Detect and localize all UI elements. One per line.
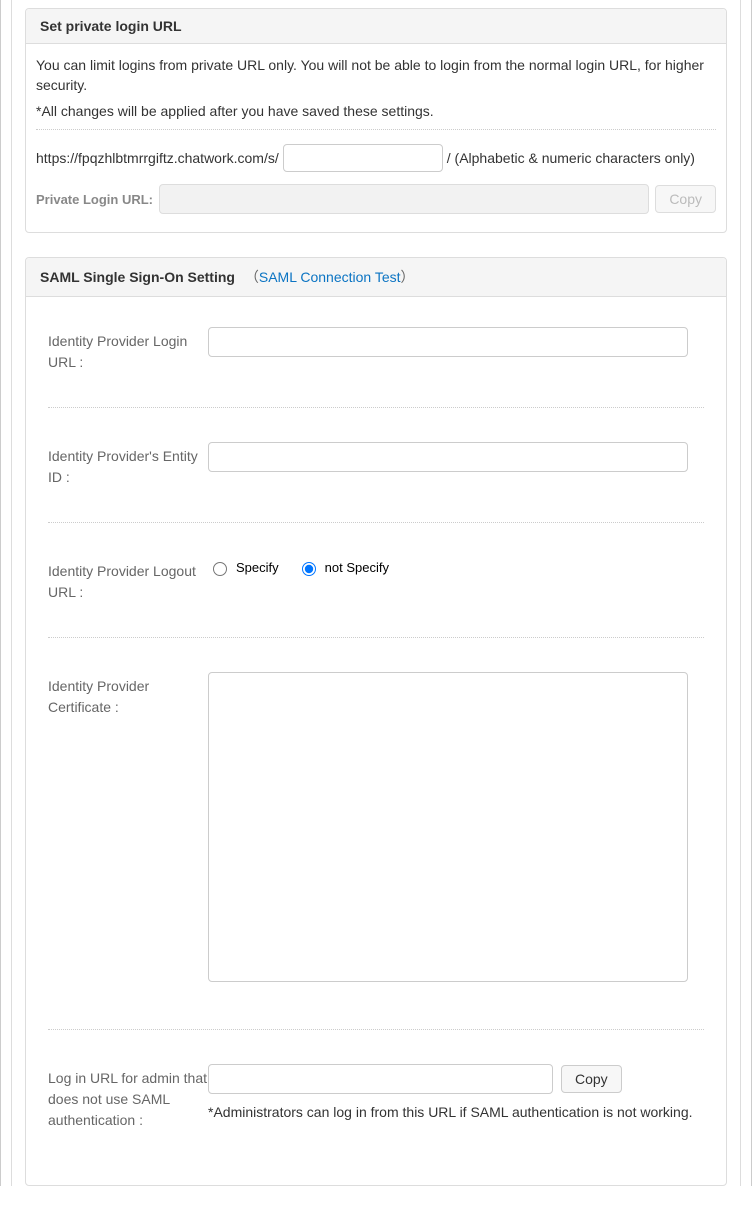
logout-specify-option[interactable]: Specify <box>208 559 279 576</box>
admin-login-url-input[interactable] <box>208 1064 553 1094</box>
logout-specify-label: Specify <box>236 560 279 575</box>
copy-private-url-button[interactable]: Copy <box>655 185 716 213</box>
idp-certificate-label: Identity Provider Certificate : <box>48 672 208 718</box>
admin-login-url-label: Log in URL for admin that does not use S… <box>48 1064 208 1131</box>
idp-entity-id-input[interactable] <box>208 442 688 472</box>
idp-logout-url-label: Identity Provider Logout URL : <box>48 557 208 603</box>
private-login-description: You can limit logins from private URL on… <box>36 56 716 95</box>
idp-entity-id-label: Identity Provider's Entity ID : <box>48 442 208 488</box>
private-url-slug-input[interactable] <box>283 144 443 172</box>
private-login-note: *All changes will be applied after you h… <box>36 103 716 119</box>
divider <box>36 129 716 130</box>
saml-settings-panel: SAML Single Sign-On Setting （SAML Connec… <box>25 257 727 1186</box>
private-login-panel: Set private login URL You can limit logi… <box>25 8 727 233</box>
logout-not-specify-radio[interactable] <box>302 562 316 576</box>
copy-admin-url-button[interactable]: Copy <box>561 1065 622 1093</box>
idp-certificate-textarea[interactable] <box>208 672 688 982</box>
logout-specify-radio[interactable] <box>213 562 227 576</box>
idp-login-url-input[interactable] <box>208 327 688 357</box>
idp-login-url-label: Identity Provider Login URL : <box>48 327 208 373</box>
base-url-text: https://fpqzhlbtmrrgiftz.chatwork.com/s/ <box>36 150 279 166</box>
logout-not-specify-option[interactable]: not Specify <box>297 559 389 576</box>
private-login-header: Set private login URL <box>26 9 726 44</box>
private-login-url-label: Private Login URL: <box>36 192 153 207</box>
private-login-url-output[interactable] <box>159 184 649 214</box>
saml-connection-test-link[interactable]: SAML Connection Test <box>259 269 401 285</box>
saml-header: SAML Single Sign-On Setting （SAML Connec… <box>26 258 726 297</box>
saml-header-title: SAML Single Sign-On Setting <box>40 269 235 285</box>
logout-not-specify-label: not Specify <box>325 560 389 575</box>
url-hint-text: / (Alphabetic & numeric characters only) <box>447 150 695 166</box>
admin-login-help-text: *Administrators can log in from this URL… <box>208 1102 704 1123</box>
